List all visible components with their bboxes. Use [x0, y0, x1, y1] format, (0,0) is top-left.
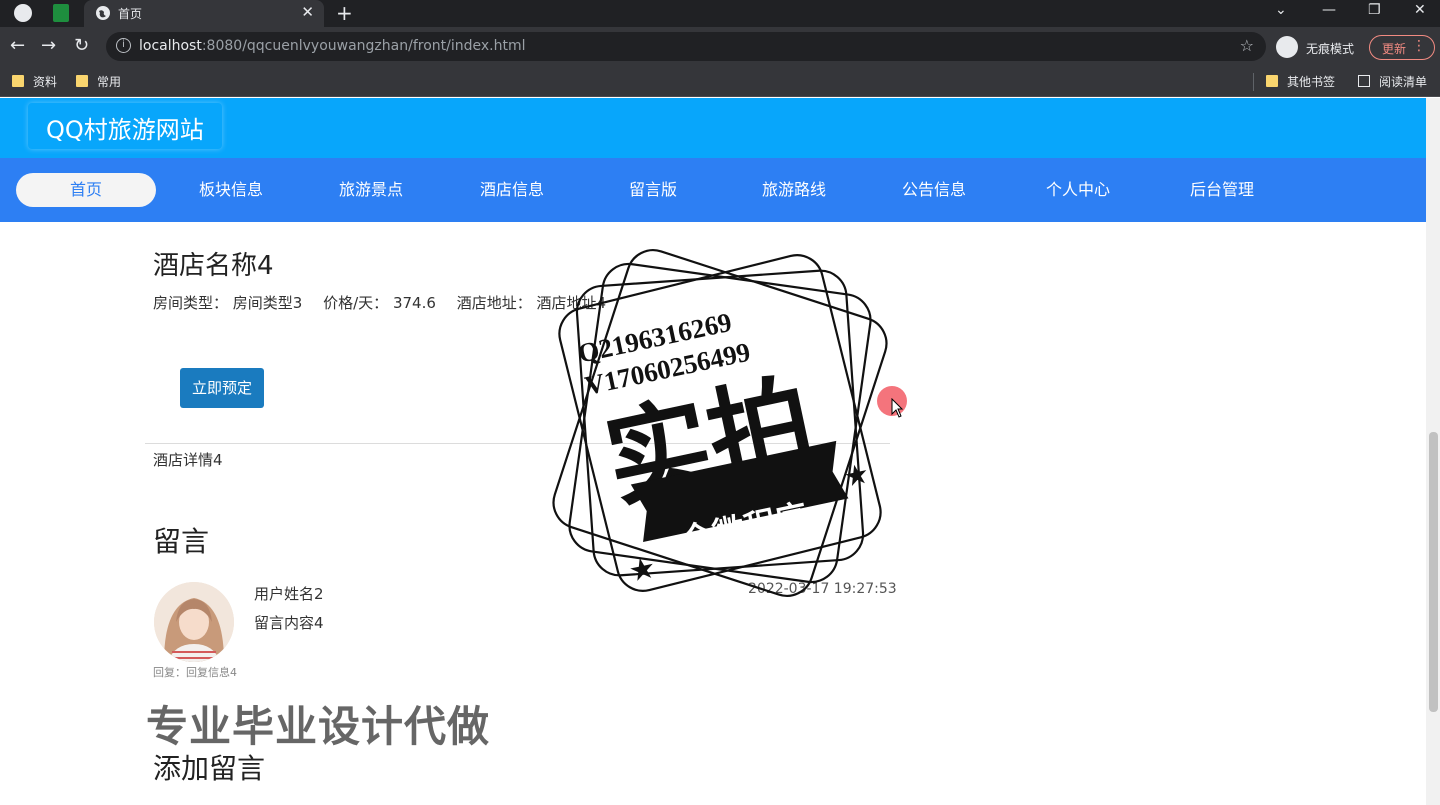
folder-icon: [1266, 75, 1278, 87]
menu-icon[interactable]: ⋮: [1412, 38, 1426, 54]
bookmarks-bar: 资料 常用 其他书签 阅读清单: [0, 67, 1440, 97]
nav-item-guestbook[interactable]: 留言版: [583, 173, 723, 207]
nav-item-home[interactable]: 首页: [16, 173, 156, 207]
other-bookmarks[interactable]: 其他书签: [1266, 73, 1335, 90]
browser-toolbar: ← → ↻ i localhost:8080/qqcuenlvyouwangzh…: [0, 27, 1440, 67]
room-type-label: 房间类型：: [153, 294, 229, 312]
incognito-icon[interactable]: [1276, 36, 1298, 58]
app-globe-icon[interactable]: [14, 4, 32, 22]
sheets-app-icon[interactable]: [53, 4, 69, 22]
user-avatar-icon: [154, 582, 234, 662]
nav-item-announcements[interactable]: 公告信息: [864, 173, 1004, 207]
comment-reply: 回复：回复信息4: [153, 666, 237, 679]
nav-item-admin[interactable]: 后台管理: [1152, 173, 1292, 207]
site-info-icon[interactable]: i: [116, 38, 131, 53]
tab-search-icon[interactable]: ⌄: [1275, 2, 1287, 18]
bookmark-star-icon[interactable]: ☆: [1240, 36, 1254, 55]
tab-close-icon[interactable]: ✕: [301, 3, 314, 21]
nav-item-routes[interactable]: 旅游路线: [724, 173, 864, 207]
scrollbar-thumb[interactable]: [1429, 432, 1438, 712]
nav-item-hotels[interactable]: 酒店信息: [442, 173, 582, 207]
globe-icon: [96, 6, 110, 20]
bookmark-folder[interactable]: 常用: [76, 73, 121, 90]
window-close-icon[interactable]: ✕: [1414, 2, 1426, 18]
page-scrollbar[interactable]: [1426, 98, 1440, 805]
address-bar[interactable]: i localhost:8080/qqcuenlvyouwangzhan/fro…: [106, 32, 1266, 61]
price-value: 374.6: [392, 294, 436, 312]
incognito-label[interactable]: 无痕模式: [1306, 40, 1354, 57]
address-label: 酒店地址：: [456, 294, 532, 312]
bookmarks-separator: [1253, 73, 1254, 91]
url-text[interactable]: localhost:8080/qqcuenlvyouwangzhan/front…: [139, 38, 525, 54]
nav-item-profile[interactable]: 个人中心: [1008, 173, 1148, 207]
room-type-value: 房间类型3: [232, 294, 303, 312]
reload-icon[interactable]: ↻: [74, 35, 89, 56]
hotel-name: 酒店名称4: [153, 251, 274, 281]
back-icon[interactable]: ←: [10, 35, 25, 56]
restore-icon[interactable]: ❐: [1368, 2, 1381, 18]
nav-item-sections[interactable]: 板块信息: [161, 173, 301, 207]
reading-list-icon: [1358, 75, 1370, 87]
star-icon: ★: [625, 550, 659, 590]
comments-title: 留言: [153, 525, 210, 558]
update-button[interactable]: 更新 ⋮: [1369, 35, 1435, 60]
book-now-button[interactable]: 立即预定: [180, 368, 264, 408]
ad-watermark-text: 专业毕业设计代做: [146, 702, 491, 751]
hotel-detail: 酒店详情4: [153, 451, 223, 469]
nav-item-attractions[interactable]: 旅游景点: [301, 173, 441, 207]
reading-list[interactable]: 阅读清单: [1358, 73, 1427, 90]
site-title[interactable]: QQ村旅游网站: [28, 103, 222, 149]
cursor-arrow-icon: [891, 398, 903, 418]
minimize-icon[interactable]: —: [1322, 2, 1336, 18]
comment-user: 用户姓名2: [254, 585, 324, 603]
star-icon: ★: [841, 457, 872, 494]
tab-title: 首页: [118, 7, 143, 21]
browser-tab-strip: 首页 ✕ + ⌄ — ❐ ✕: [0, 0, 1440, 27]
forward-icon[interactable]: →: [41, 35, 56, 56]
bookmark-folder[interactable]: 资料: [12, 73, 57, 90]
new-tab-icon[interactable]: +: [336, 1, 353, 25]
price-label: 价格/天：: [323, 294, 389, 312]
site-header: QQ村旅游网站: [0, 98, 1426, 158]
avatar: [154, 582, 234, 662]
folder-icon: [76, 75, 88, 87]
folder-icon: [12, 75, 24, 87]
stamp-watermark: Q2196316269 V17060256499 实拍 全微程序 ★ ★: [552, 249, 888, 597]
browser-tab[interactable]: 首页 ✕: [84, 0, 324, 27]
comment-content: 留言内容4: [254, 614, 324, 632]
main-nav: 首页 板块信息 旅游景点 酒店信息 留言版 旅游路线 公告信息 个人中心 后台管…: [0, 158, 1426, 222]
